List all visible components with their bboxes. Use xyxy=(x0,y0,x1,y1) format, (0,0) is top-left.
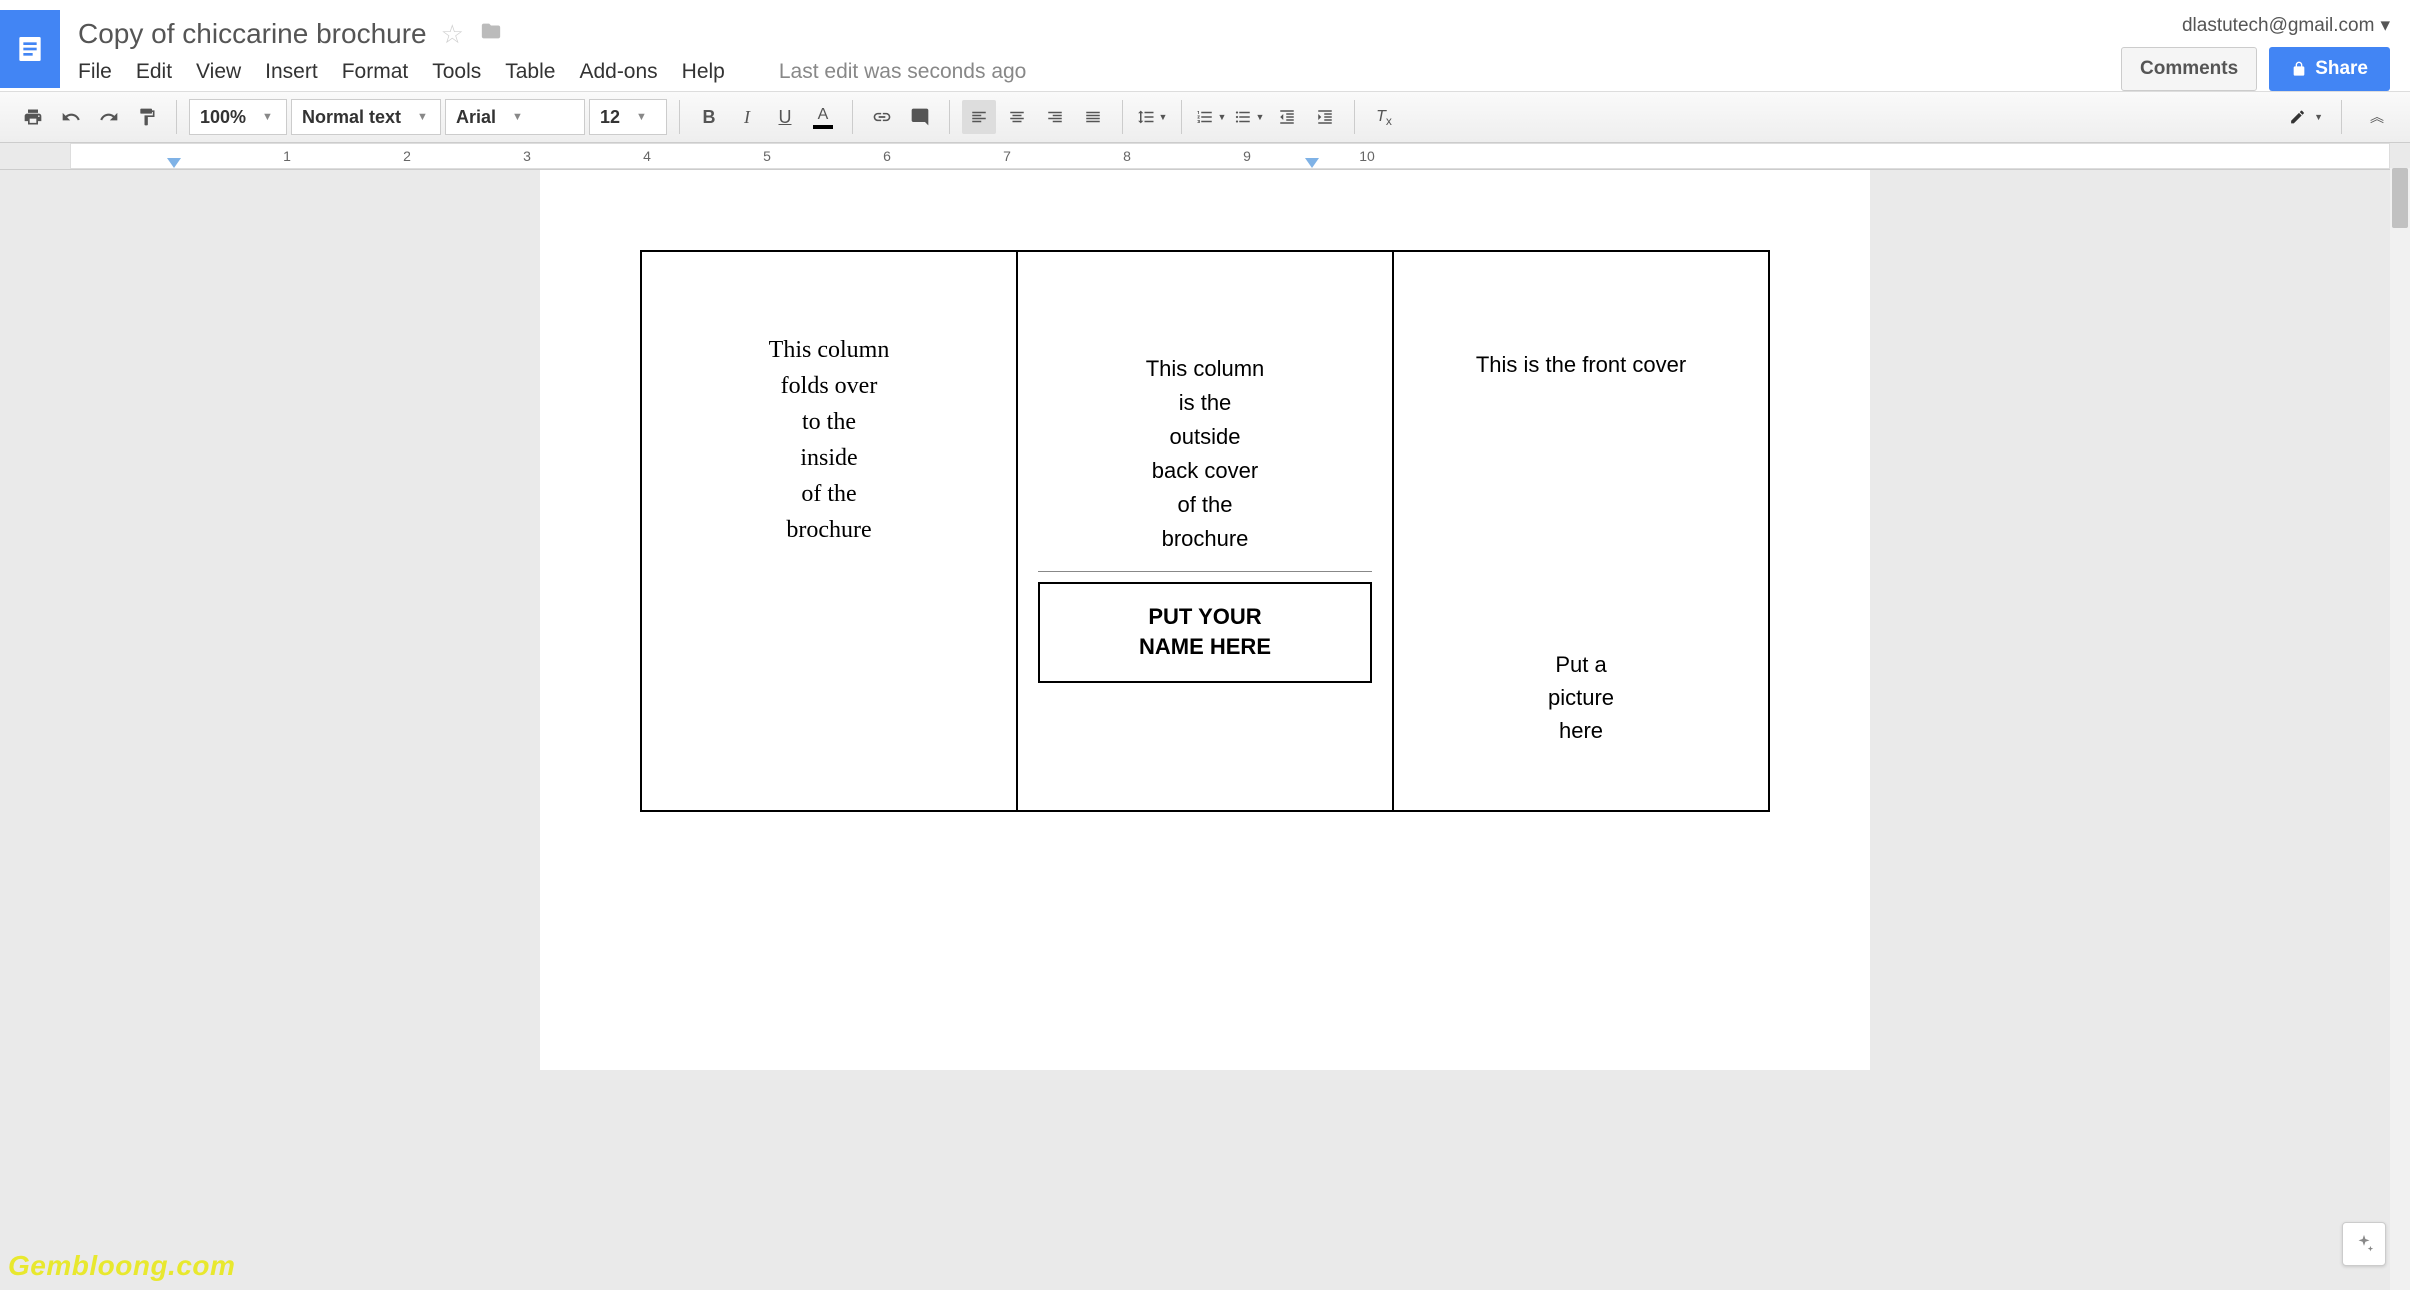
fontsize-select[interactable]: 12▼ xyxy=(589,99,667,135)
watermark: Gembloong.com xyxy=(8,1250,235,1282)
font-select[interactable]: Arial▼ xyxy=(445,99,585,135)
col1-text[interactable]: This columnfolds overto theinsideof theb… xyxy=(662,332,996,548)
underline-button[interactable]: U xyxy=(768,100,802,134)
app-header: Copy of chiccarine brochure ☆ File Edit … xyxy=(0,0,2410,91)
col2-text[interactable]: This columnis theoutsideback coverof the… xyxy=(1038,352,1372,557)
caret-down-icon: ▾ xyxy=(2380,14,2390,37)
left-indent-marker[interactable] xyxy=(167,158,181,168)
italic-button[interactable]: I xyxy=(730,100,764,134)
menu-insert[interactable]: Insert xyxy=(265,60,318,84)
text-color-button[interactable]: A xyxy=(806,100,840,134)
align-right-button[interactable] xyxy=(1038,100,1072,134)
share-label: Share xyxy=(2315,58,2368,80)
title-area: Copy of chiccarine brochure ☆ File Edit … xyxy=(60,10,2121,84)
menu-tools[interactable]: Tools xyxy=(432,60,481,84)
user-menu[interactable]: dlastutech@gmail.com ▾ xyxy=(2182,14,2390,37)
folder-icon[interactable] xyxy=(478,20,504,49)
name-box[interactable]: PUT YOURNAME HERE xyxy=(1038,582,1372,684)
ruler[interactable]: 1 2 3 4 5 6 7 8 9 10 xyxy=(0,143,2410,170)
menu-format[interactable]: Format xyxy=(342,60,409,84)
page[interactable]: This columnfolds overto theinsideof theb… xyxy=(540,170,1870,1070)
header-right: dlastutech@gmail.com ▾ Comments Share xyxy=(2121,10,2390,91)
docs-logo[interactable] xyxy=(0,10,60,88)
document-icon xyxy=(14,29,46,69)
lock-icon xyxy=(2291,60,2307,78)
right-indent-marker[interactable] xyxy=(1305,158,1319,168)
comment-button[interactable] xyxy=(903,100,937,134)
zoom-select[interactable]: 100%▼ xyxy=(189,99,287,135)
bulleted-list-button[interactable]: ▼ xyxy=(1232,100,1266,134)
link-button[interactable] xyxy=(865,100,899,134)
decrease-indent-button[interactable] xyxy=(1270,100,1304,134)
toolbar: 100%▼ Normal text▼ Arial▼ 12▼ B I U A ▼ … xyxy=(0,91,2410,143)
brochure-col-1[interactable]: This columnfolds overto theinsideof theb… xyxy=(641,251,1017,811)
increase-indent-button[interactable] xyxy=(1308,100,1342,134)
menu-addons[interactable]: Add-ons xyxy=(579,60,657,84)
scroll-thumb[interactable] xyxy=(2392,168,2408,228)
menu-edit[interactable]: Edit xyxy=(136,60,172,84)
menu-view[interactable]: View xyxy=(196,60,241,84)
doc-title[interactable]: Copy of chiccarine brochure xyxy=(78,18,427,50)
brochure-col-2[interactable]: This columnis theoutsideback coverof the… xyxy=(1017,251,1393,811)
align-center-button[interactable] xyxy=(1000,100,1034,134)
paint-format-button[interactable] xyxy=(130,100,164,134)
brochure-col-3[interactable]: This is the front cover Put apicturehere xyxy=(1393,251,1769,811)
align-justify-button[interactable] xyxy=(1076,100,1110,134)
col3-picture-placeholder[interactable]: Put apicturehere xyxy=(1414,648,1748,747)
redo-button[interactable] xyxy=(92,100,126,134)
scrollbar[interactable] xyxy=(2390,168,2410,1290)
col3-title[interactable]: This is the front cover xyxy=(1414,352,1748,378)
menu-table[interactable]: Table xyxy=(505,60,555,84)
style-select[interactable]: Normal text▼ xyxy=(291,99,441,135)
collapse-toolbar-button[interactable]: ︽ xyxy=(2360,100,2394,134)
editing-mode-button[interactable]: ▼ xyxy=(2289,100,2323,134)
menubar: File Edit View Insert Format Tools Table… xyxy=(78,50,2121,84)
last-edit-text[interactable]: Last edit was seconds ago xyxy=(779,60,1027,84)
numbered-list-button[interactable]: ▼ xyxy=(1194,100,1228,134)
comments-button[interactable]: Comments xyxy=(2121,47,2257,91)
user-email-text: dlastutech@gmail.com xyxy=(2182,15,2374,37)
clear-formatting-button[interactable]: Tx xyxy=(1367,100,1401,134)
divider xyxy=(1038,571,1372,572)
share-button[interactable]: Share xyxy=(2269,47,2390,91)
align-left-button[interactable] xyxy=(962,100,996,134)
line-spacing-button[interactable]: ▼ xyxy=(1135,100,1169,134)
menu-help[interactable]: Help xyxy=(682,60,725,84)
document-area[interactable]: This columnfolds overto theinsideof theb… xyxy=(0,170,2410,1290)
menu-file[interactable]: File xyxy=(78,60,112,84)
explore-button[interactable] xyxy=(2342,1222,2386,1266)
star-icon[interactable]: ☆ xyxy=(441,19,464,50)
bold-button[interactable]: B xyxy=(692,100,726,134)
print-button[interactable] xyxy=(16,100,50,134)
explore-icon xyxy=(2353,1233,2375,1255)
brochure-table[interactable]: This columnfolds overto theinsideof theb… xyxy=(640,250,1770,812)
undo-button[interactable] xyxy=(54,100,88,134)
